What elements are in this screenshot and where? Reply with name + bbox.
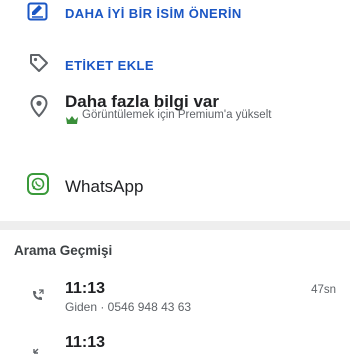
add-tag-label: ETİKET EKLE <box>65 58 154 73</box>
edit-name-icon <box>27 2 49 27</box>
location-pin-icon <box>30 94 48 123</box>
whatsapp-row[interactable]: WhatsApp <box>0 172 350 204</box>
call-history-title: Arama Geçmişi <box>14 243 113 258</box>
call-history-item[interactable]: 11:13 Giden · 0546 948 43 63 47sn <box>0 280 350 320</box>
section-divider <box>0 221 350 230</box>
tag-icon <box>28 52 50 79</box>
call-duration: 47sn <box>311 284 336 296</box>
more-info-row[interactable]: Daha fazla bilgi var Görüntülemek için P… <box>0 88 350 130</box>
incoming-call-icon <box>30 342 46 360</box>
call-history-item[interactable]: 11:13 <box>0 334 350 354</box>
outgoing-call-icon <box>30 287 46 308</box>
call-detail: Giden · 0546 948 43 63 <box>65 300 192 314</box>
call-time: 11:13 <box>65 280 106 297</box>
whatsapp-label: WhatsApp <box>65 177 144 196</box>
add-tag-row[interactable]: ETİKET EKLE <box>0 48 350 78</box>
more-info-subtitle: Görüntülemek için Premium'a yükselt <box>82 109 272 121</box>
call-time: 11:13 <box>65 334 106 351</box>
whatsapp-icon <box>27 173 49 200</box>
suggest-name-label: DAHA İYİ BİR İSİM ÖNERİN <box>65 6 242 21</box>
suggest-name-row[interactable]: DAHA İYİ BİR İSİM ÖNERİN <box>0 0 350 32</box>
premium-badge-icon <box>65 112 79 130</box>
